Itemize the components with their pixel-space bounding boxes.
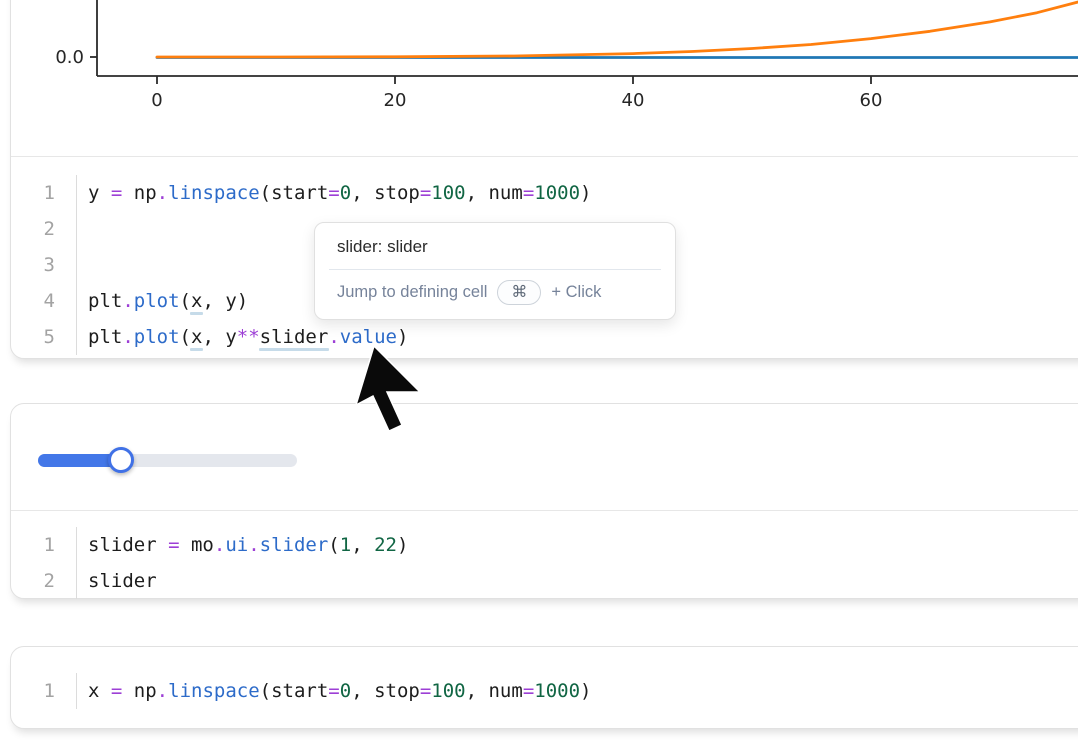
cell-slider[interactable]: 1slider = mo.ui.slider(1, 22)2slider (10, 403, 1078, 599)
code-text: x = np.linspace(start=0, stop=100, num=1… (77, 673, 591, 709)
line-number: 4 (11, 283, 77, 319)
line-number: 3 (11, 247, 77, 283)
code-text: plt.plot(x, y) (77, 283, 248, 319)
code-text: y = np.linspace(start=0, stop=100, num=1… (77, 175, 591, 211)
code-line[interactable]: 5plt.plot(x, y**slider.value) (11, 319, 1078, 355)
line-number: 1 (11, 527, 77, 563)
command-key-badge: ⌘ (497, 280, 541, 305)
code-line[interactable]: 1slider = mo.ui.slider(1, 22) (11, 527, 1078, 563)
marimo-notebook: 1y = np.linspace(start=0, stop=100, num=… (0, 0, 1078, 746)
slider-output (11, 404, 1078, 510)
mouse-cursor-icon (350, 340, 426, 438)
line-number: 2 (11, 211, 77, 247)
code-editor-slider[interactable]: 1slider = mo.ui.slider(1, 22)2slider (11, 511, 1078, 599)
line-number: 1 (11, 175, 77, 211)
slider-handle[interactable] (108, 447, 134, 473)
line-number: 5 (11, 319, 77, 355)
jump-to-cell-action[interactable]: Jump to defining cell ⌘ + Click (315, 270, 675, 319)
code-text: slider (77, 563, 157, 599)
jump-to-cell-label: Jump to defining cell (337, 283, 487, 302)
code-text (77, 247, 88, 283)
code-editor-x[interactable]: 1x = np.linspace(start=0, stop=100, num=… (11, 647, 1078, 709)
code-text (77, 211, 88, 247)
code-text: slider = mo.ui.slider(1, 22) (77, 527, 408, 563)
slider-track[interactable] (38, 454, 297, 467)
line-number: 1 (11, 673, 77, 709)
cell-x[interactable]: 1x = np.linspace(start=0, stop=100, num=… (10, 646, 1078, 729)
click-hint: + Click (551, 283, 601, 302)
line-number: 2 (11, 563, 77, 599)
code-line[interactable]: 1x = np.linspace(start=0, stop=100, num=… (11, 673, 1078, 709)
code-line[interactable]: 2slider (11, 563, 1078, 599)
variable-tooltip: slider: slider Jump to defining cell ⌘ +… (314, 222, 676, 320)
code-line[interactable]: 1y = np.linspace(start=0, stop=100, num=… (11, 175, 1078, 211)
tooltip-variable-name: slider: slider (315, 223, 675, 269)
